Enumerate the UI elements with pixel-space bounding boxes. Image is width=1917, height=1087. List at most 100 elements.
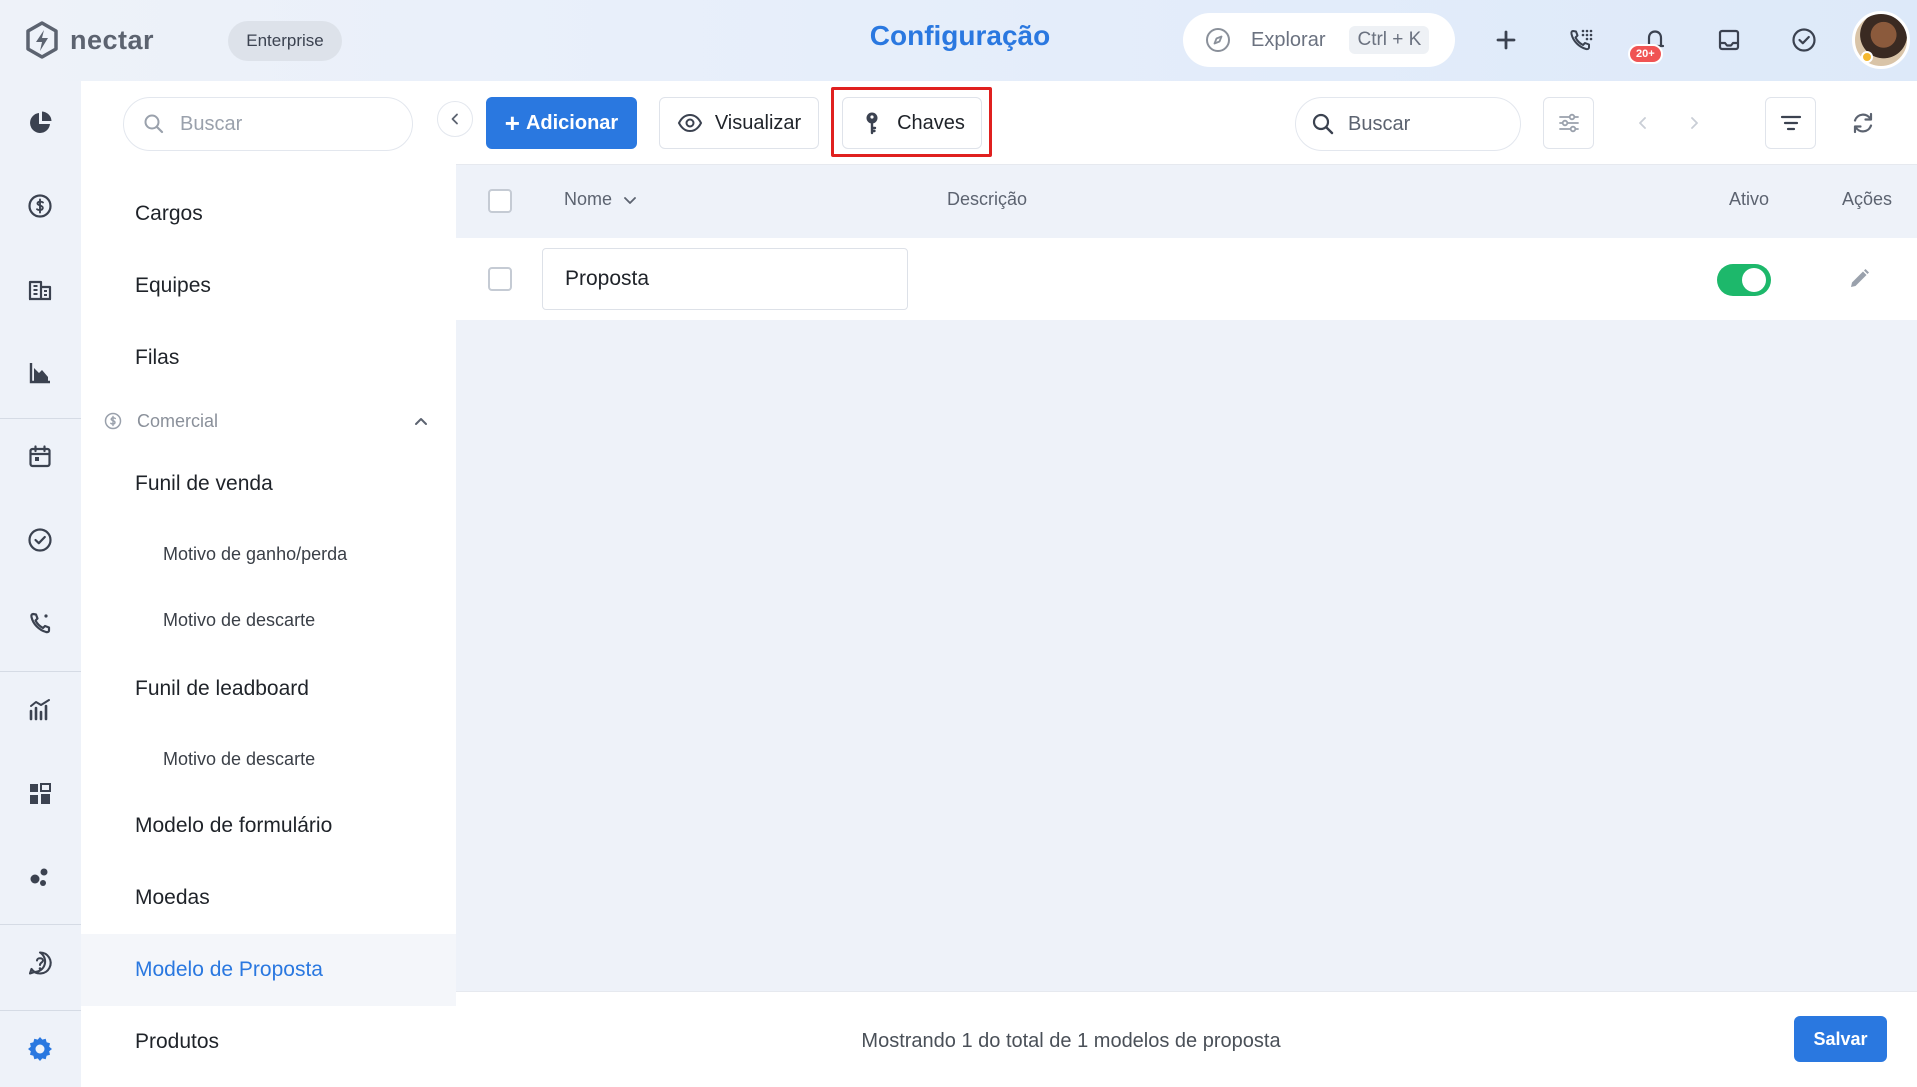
- brand-name: nectar: [70, 24, 155, 55]
- menu-item-motivo-descarte-venda[interactable]: Motivo de descarte: [81, 587, 456, 653]
- rail-integrations[interactable]: [24, 861, 56, 893]
- collapse-menu-button[interactable]: [437, 101, 473, 137]
- rail-divider: [0, 1010, 81, 1011]
- menu-item-equipes[interactable]: Equipes: [81, 250, 456, 322]
- create-button[interactable]: [1490, 24, 1522, 56]
- inbox-icon: [1718, 29, 1740, 51]
- select-all-checkbox[interactable]: [488, 189, 512, 213]
- table-footer: Mostrando 1 do total de 1 modelos de pro…: [456, 991, 1917, 1087]
- building-icon: [28, 280, 52, 301]
- nectar-logo-icon: [26, 21, 58, 59]
- chevron-down-icon: [624, 196, 636, 204]
- menu-item-moedas[interactable]: Moedas: [81, 862, 456, 934]
- page-title: Configuração: [869, 20, 1051, 51]
- settings-menu: Cargos Equipes Filas Comercial Funil de …: [81, 81, 456, 1087]
- menu-item-label: Funil de leadboard: [135, 677, 309, 700]
- table-row: Proposta: [456, 238, 1917, 320]
- menu-item-label: Motivo de ganho/perda: [163, 543, 348, 564]
- rail-calendar[interactable]: [24, 441, 56, 473]
- sort-button[interactable]: [1765, 97, 1816, 149]
- menu-item-motivo-descarte-leadboard[interactable]: Motivo de descarte: [81, 726, 456, 792]
- eye-icon: [677, 113, 702, 133]
- next-page-button[interactable]: [1684, 111, 1704, 135]
- table-search-input[interactable]: [1348, 112, 1498, 136]
- menu-item-modelo-de-formulario[interactable]: Modelo de formulário: [81, 790, 456, 862]
- table-search[interactable]: [1295, 97, 1521, 151]
- chevron-left-icon: [1639, 117, 1646, 129]
- rail-help[interactable]: [24, 947, 56, 979]
- rail-widgets[interactable]: [24, 778, 56, 810]
- rail-dashboard[interactable]: [24, 107, 56, 139]
- tasks-button[interactable]: [1788, 24, 1820, 56]
- rail-analytics[interactable]: [24, 694, 56, 726]
- chevron-right-icon: [1691, 117, 1698, 129]
- menu-item-label: Modelo de formulário: [135, 814, 333, 837]
- rail-tasks[interactable]: [24, 524, 56, 556]
- add-button-label: Adicionar: [525, 111, 619, 134]
- add-button[interactable]: + Adicionar: [486, 97, 637, 149]
- dialer-button[interactable]: [1565, 24, 1597, 56]
- bubbles-icon: [30, 868, 48, 886]
- gear-icon: [28, 1037, 52, 1061]
- calendar-icon: [29, 445, 51, 468]
- help-icon: [28, 951, 52, 975]
- menu-item-label: Produtos: [135, 1030, 220, 1053]
- dashboard-icon: [30, 783, 51, 804]
- check-circle-icon: [1792, 28, 1816, 52]
- pagination-summary: Mostrando 1 do total de 1 modelos de pro…: [861, 1030, 1281, 1052]
- inbox-button[interactable]: [1713, 24, 1745, 56]
- menu-item-label: Modelo de Proposta: [135, 958, 323, 981]
- menu-item-produtos[interactable]: Produtos: [81, 1006, 456, 1078]
- menu-search-input[interactable]: [180, 112, 380, 136]
- notification-count-badge: 20+: [1628, 44, 1663, 64]
- dollar-icon: [104, 412, 122, 430]
- menu-item-cargos[interactable]: Cargos: [81, 178, 456, 250]
- menu-item-modelo-de-proposta[interactable]: Modelo de Proposta: [81, 934, 456, 1006]
- search-icon: [144, 114, 164, 134]
- chevron-up-icon: [415, 418, 427, 425]
- rail-companies[interactable]: [24, 274, 56, 306]
- rail-settings[interactable]: [24, 1033, 56, 1065]
- view-button[interactable]: Visualizar: [659, 97, 819, 149]
- menu-group-comercial[interactable]: Comercial: [81, 396, 456, 446]
- row-name-cell[interactable]: Proposta: [542, 248, 908, 310]
- pie-chart-icon: [30, 111, 52, 133]
- menu-item-label: Motivo de descarte: [163, 609, 316, 630]
- column-header-ativo: Ativo: [1729, 189, 1770, 209]
- search-icon: [1312, 113, 1334, 135]
- rail-forecast[interactable]: [24, 357, 56, 389]
- main-content: + Adicionar Visualizar Chaves Buscar Nom…: [456, 81, 1917, 1087]
- rail-sales[interactable]: [24, 190, 56, 222]
- logo[interactable]: nectar: [22, 20, 154, 60]
- rail-divider: [0, 671, 81, 672]
- rail-calls[interactable]: [24, 607, 56, 639]
- plan-badge: Enterprise: [228, 21, 342, 61]
- user-avatar[interactable]: [1852, 11, 1910, 69]
- menu-item-label: Equipes: [135, 274, 211, 297]
- save-button[interactable]: Salvar: [1794, 1016, 1887, 1062]
- explore-shortcut: Ctrl + K: [1349, 26, 1430, 54]
- plus-icon: +: [504, 107, 520, 138]
- menu-item-motivo-ganho-perda[interactable]: Motivo de ganho/perda: [81, 521, 456, 587]
- menu-item-filas[interactable]: Filas: [81, 322, 456, 394]
- menu-item-label: Funil de venda: [135, 472, 273, 495]
- prev-page-button[interactable]: [1633, 111, 1653, 135]
- filter-settings-button[interactable]: [1543, 97, 1594, 149]
- column-header-nome[interactable]: Nome: [564, 189, 638, 210]
- edit-pencil-icon[interactable]: [1846, 266, 1872, 292]
- explore-label: Explorar: [1251, 28, 1326, 51]
- explore-search[interactable]: Explorar Ctrl + K: [1183, 13, 1455, 67]
- chevron-left-icon: [451, 113, 458, 125]
- rail-divider: [0, 924, 81, 925]
- sliders-icon: [1558, 113, 1579, 133]
- menu-item-funil-de-venda[interactable]: Funil de venda: [81, 448, 456, 520]
- toggle-knob: [1742, 268, 1766, 292]
- menu-item-funil-de-leadboard[interactable]: Funil de leadboard: [81, 653, 456, 725]
- refresh-icon[interactable]: [1849, 109, 1877, 137]
- menu-group-label: Comercial: [137, 410, 219, 431]
- menu-search[interactable]: [123, 97, 413, 151]
- analytics-icon: [29, 699, 50, 721]
- row-checkbox[interactable]: [488, 267, 512, 291]
- column-header-label: Nome: [564, 189, 613, 209]
- phone-dialpad-icon: [1570, 29, 1593, 51]
